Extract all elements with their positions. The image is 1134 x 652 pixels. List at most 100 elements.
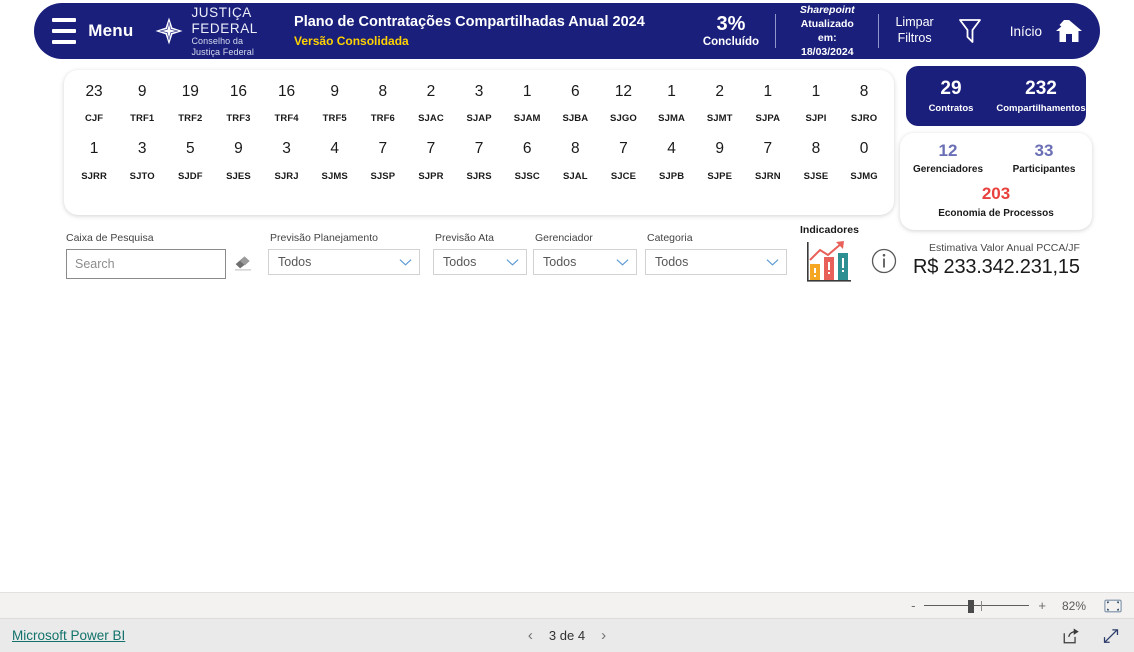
dropdown-value: Todos (655, 255, 689, 269)
unit-label: SJSP (370, 170, 396, 182)
unit-label: SJRR (81, 170, 107, 182)
zoom-slider-tick (981, 600, 983, 611)
kpi-economia-value: 203 (981, 184, 1011, 204)
unit-label: SJPI (805, 113, 827, 125)
home-icon[interactable] (1054, 17, 1084, 45)
unit-cell[interactable]: 4 SJMS (311, 139, 359, 182)
chevron-down-icon[interactable] (766, 258, 779, 267)
kpi-participantes-label: Participantes (1012, 164, 1076, 176)
dropdown-categoria[interactable]: Todos (645, 249, 787, 275)
unit-cell[interactable]: 16 TRF3 (214, 82, 262, 125)
unit-cell[interactable]: 5 SJDF (166, 139, 214, 182)
search-input[interactable] (75, 257, 236, 271)
unit-cell[interactable]: 6 SJSC (503, 139, 551, 182)
unit-label: SJSC (514, 170, 540, 182)
unit-value: 7 (474, 140, 484, 158)
unit-cell[interactable]: 0 SJMG (840, 139, 888, 182)
zoom-out-button[interactable]: - (911, 598, 915, 613)
unit-cell[interactable]: 16 TRF4 (263, 82, 311, 125)
home-button[interactable]: Início (1010, 24, 1042, 39)
unit-cell[interactable]: 9 TRF1 (118, 82, 166, 125)
clear-filters-button[interactable]: Limpar Filtros (895, 15, 933, 46)
contracts-kpi-card: 29 Contratos 232 Compartilhamentos (906, 66, 1086, 126)
dropdown-gerenciador[interactable]: Todos (533, 249, 637, 275)
unit-label: SJTO (129, 170, 155, 182)
unit-cell[interactable]: 8 TRF6 (359, 82, 407, 125)
unit-value: 9 (330, 83, 339, 100)
unit-cell[interactable]: 7 SJSP (359, 139, 407, 182)
chevron-down-icon[interactable] (399, 258, 412, 267)
header-divider-2 (878, 14, 880, 48)
chevron-right-icon[interactable]: › (601, 627, 606, 644)
unit-cell[interactable]: 7 SJCE (599, 139, 647, 182)
unit-value: 7 (426, 140, 436, 158)
unit-value: 7 (619, 140, 628, 158)
zoom-percent: 82% (1061, 598, 1086, 613)
unit-label: SJMG (850, 170, 878, 182)
justica-federal-logo: JUSTIÇA FEDERAL Conselho da Justiça Fede… (154, 5, 274, 57)
chevron-down-icon[interactable] (616, 258, 629, 267)
unit-cell[interactable]: 1 SJPA (744, 82, 792, 125)
unit-cell[interactable]: 19 TRF2 (166, 82, 214, 125)
unit-value: 23 (85, 83, 103, 100)
bar-chart-trend-icon[interactable] (804, 240, 854, 290)
unit-cell[interactable]: 1 SJPI (792, 82, 840, 125)
dropdown-previsao-ata[interactable]: Todos (433, 249, 527, 275)
dropdown-previsao-planejamento[interactable]: Todos (268, 249, 420, 275)
unit-cell[interactable]: 8 SJAL (551, 139, 599, 182)
unit-label: SJAP (466, 113, 492, 125)
unit-label: SJAM (513, 113, 541, 125)
zoom-slider-thumb[interactable] (968, 599, 975, 613)
unit-cell[interactable]: 3 SJAP (455, 82, 503, 125)
unit-cell[interactable]: 2 SJAC (407, 82, 455, 125)
unit-label: SJAL (562, 170, 588, 182)
unit-cell[interactable]: 9 SJPE (696, 139, 744, 182)
estimate-label: Estimativa Valor Anual PCCA/JF (929, 242, 1080, 254)
unit-value: 8 (859, 83, 869, 100)
unit-cell[interactable]: 7 SJRS (455, 139, 503, 182)
unit-label: TRF3 (226, 113, 251, 125)
fullscreen-expand-icon[interactable] (1102, 627, 1120, 645)
unit-label: SJPR (418, 170, 444, 182)
zoom-slider[interactable] (924, 599, 1030, 613)
share-export-icon[interactable] (1062, 627, 1080, 645)
unit-value: 4 (667, 140, 676, 158)
chevron-down-icon[interactable] (506, 258, 519, 267)
unit-cell[interactable]: 3 SJRJ (263, 139, 311, 182)
unit-cell[interactable]: 7 SJRN (744, 139, 792, 182)
search-input-wrapper[interactable] (66, 249, 236, 279)
unit-cell[interactable]: 7 SJPR (407, 139, 455, 182)
unit-value: 5 (186, 140, 195, 158)
unit-cell[interactable]: 6 SJBA (551, 82, 599, 125)
menu-button[interactable]: Menu (88, 21, 133, 41)
hamburger-menu-icon[interactable] (52, 18, 77, 44)
unit-cell[interactable]: 1 SJRR (70, 139, 118, 182)
fit-to-page-icon[interactable] (1104, 599, 1122, 613)
info-circle-icon[interactable] (871, 248, 897, 279)
unit-label: SJPB (658, 170, 685, 182)
eraser-icon[interactable] (234, 255, 253, 277)
zoom-in-button[interactable]: + (1038, 598, 1046, 613)
report-subtitle: Versão Consolidada (294, 34, 409, 49)
unit-cell[interactable]: 1 SJMA (648, 82, 696, 125)
filter-funnel-icon[interactable] (956, 16, 984, 46)
unit-value: 12 (614, 83, 633, 100)
unit-cell[interactable]: 9 TRF5 (311, 82, 359, 125)
unit-value: 6 (522, 140, 532, 158)
unit-cell[interactable]: 4 SJPB (648, 139, 696, 182)
brand-subtitle: Conselho da Justiça Federal (191, 36, 254, 57)
unit-cell[interactable]: 23 CJF (70, 82, 118, 125)
unit-value: 7 (378, 140, 388, 158)
chevron-left-icon[interactable]: ‹ (528, 627, 533, 644)
unit-cell[interactable]: 3 SJTO (118, 139, 166, 182)
unit-cell[interactable]: 12 SJGO (599, 82, 647, 125)
report-title: Plano de Contratações Compartilhadas Anu… (294, 13, 645, 30)
completion-kpi: 3% Concluído (703, 13, 759, 49)
unit-cell[interactable]: 9 SJES (214, 139, 262, 182)
unit-cell[interactable]: 2 SJMT (696, 82, 744, 125)
unit-cell[interactable]: 8 SJRO (840, 82, 888, 125)
unit-cell[interactable]: 1 SJAM (503, 82, 551, 125)
unit-label: SJMA (658, 113, 685, 125)
unit-cell[interactable]: 8 SJSE (792, 139, 840, 182)
power-bi-link[interactable]: Microsoft Power BI (12, 628, 125, 643)
